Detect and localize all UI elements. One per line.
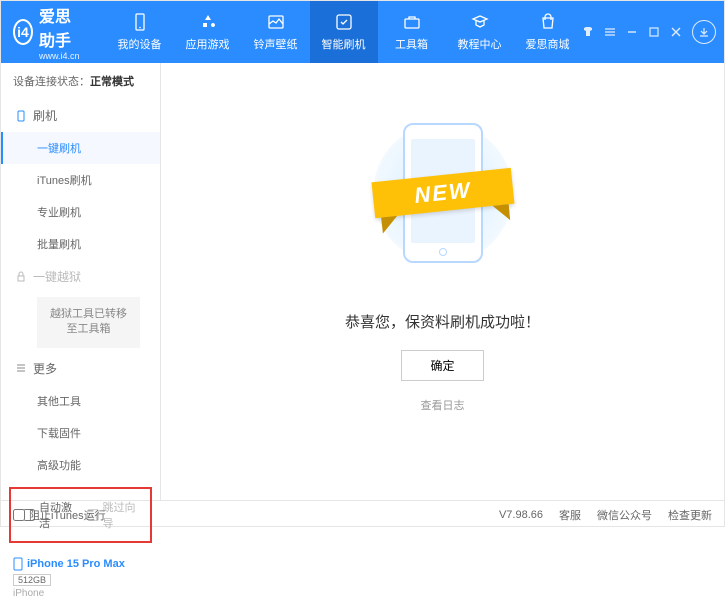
skin-icon[interactable]: [582, 26, 594, 38]
nav-apps[interactable]: 应用游戏: [174, 1, 242, 63]
sidebar-item-itunes[interactable]: iTunes刷机: [1, 164, 160, 196]
sidebar-item-firmware[interactable]: 下载固件: [1, 417, 160, 449]
download-icon[interactable]: [692, 20, 716, 44]
app-url: www.i4.cn: [39, 51, 86, 61]
device-info: iPhone 15 Pro Max 512GB iPhone: [1, 549, 160, 607]
nav-flash[interactable]: 智能刷机: [310, 1, 378, 63]
menu-icon[interactable]: [604, 26, 616, 38]
sidebar-item-othertools[interactable]: 其他工具: [1, 385, 160, 417]
success-illustration: NEW: [343, 103, 543, 283]
device-icon: [130, 12, 150, 32]
sidebar-item-advanced[interactable]: 高级功能: [1, 449, 160, 481]
device-type: iPhone: [13, 588, 148, 599]
nav-toolbox[interactable]: 工具箱: [378, 1, 446, 63]
section-flash[interactable]: 刷机: [1, 99, 160, 132]
jailbreak-moved-notice: 越狱工具已转移至工具箱: [37, 297, 140, 348]
more-icon: [15, 362, 27, 374]
tutorials-icon: [470, 12, 490, 32]
nav-store[interactable]: 爱思商城: [514, 1, 582, 63]
sidebar-item-oneclick[interactable]: 一键刷机: [1, 132, 160, 164]
sidebar: 设备连接状态：正常模式 刷机 一键刷机 iTunes刷机 专业刷机 批量刷机 一…: [1, 63, 161, 500]
connection-status: 设备连接状态：正常模式: [1, 63, 160, 99]
nav-ringtones[interactable]: 铃声壁纸: [242, 1, 310, 63]
sidebar-item-pro[interactable]: 专业刷机: [1, 196, 160, 228]
version-label: V7.98.66: [499, 509, 543, 521]
logo-icon: i4: [13, 19, 33, 45]
success-message: 恭喜您，保资料刷机成功啦！: [345, 311, 540, 332]
main-nav: 我的设备 应用游戏 铃声壁纸 智能刷机 工具箱 教程中心 爱思商城: [106, 1, 582, 63]
toolbox-icon: [402, 12, 422, 32]
ok-button[interactable]: 确定: [401, 350, 483, 381]
app-logo: i4 爱思助手 www.i4.cn: [13, 3, 86, 61]
close-icon[interactable]: [670, 26, 682, 38]
nav-my-device[interactable]: 我的设备: [106, 1, 174, 63]
nav-tutorials[interactable]: 教程中心: [446, 1, 514, 63]
store-icon: [538, 12, 558, 32]
main-panel: NEW 恭喜您，保资料刷机成功啦！ 确定 查看日志: [161, 63, 724, 500]
wechat-link[interactable]: 微信公众号: [597, 507, 652, 523]
flash-section-icon: [15, 110, 27, 122]
block-itunes-checkbox[interactable]: 阻止iTunes运行: [13, 507, 106, 523]
app-name: 爱思助手: [39, 9, 71, 50]
view-log-link[interactable]: 查看日志: [421, 397, 465, 413]
lock-icon: [15, 271, 27, 283]
wallpaper-icon: [266, 12, 286, 32]
apps-icon: [198, 12, 218, 32]
support-link[interactable]: 客服: [559, 507, 581, 523]
app-header: i4 爱思助手 www.i4.cn 我的设备 应用游戏 铃声壁纸 智能刷机 工具…: [1, 1, 724, 63]
phone-icon: [13, 557, 23, 571]
maximize-icon[interactable]: [648, 26, 660, 38]
section-jailbreak: 一键越狱: [1, 260, 160, 293]
section-more[interactable]: 更多: [1, 352, 160, 385]
device-name[interactable]: iPhone 15 Pro Max: [13, 557, 148, 571]
flash-icon: [334, 12, 354, 32]
minimize-icon[interactable]: [626, 26, 638, 38]
check-update-link[interactable]: 检查更新: [668, 507, 712, 523]
device-storage: 512GB: [13, 574, 51, 586]
window-controls: [582, 20, 725, 44]
sidebar-item-batch[interactable]: 批量刷机: [1, 228, 160, 260]
